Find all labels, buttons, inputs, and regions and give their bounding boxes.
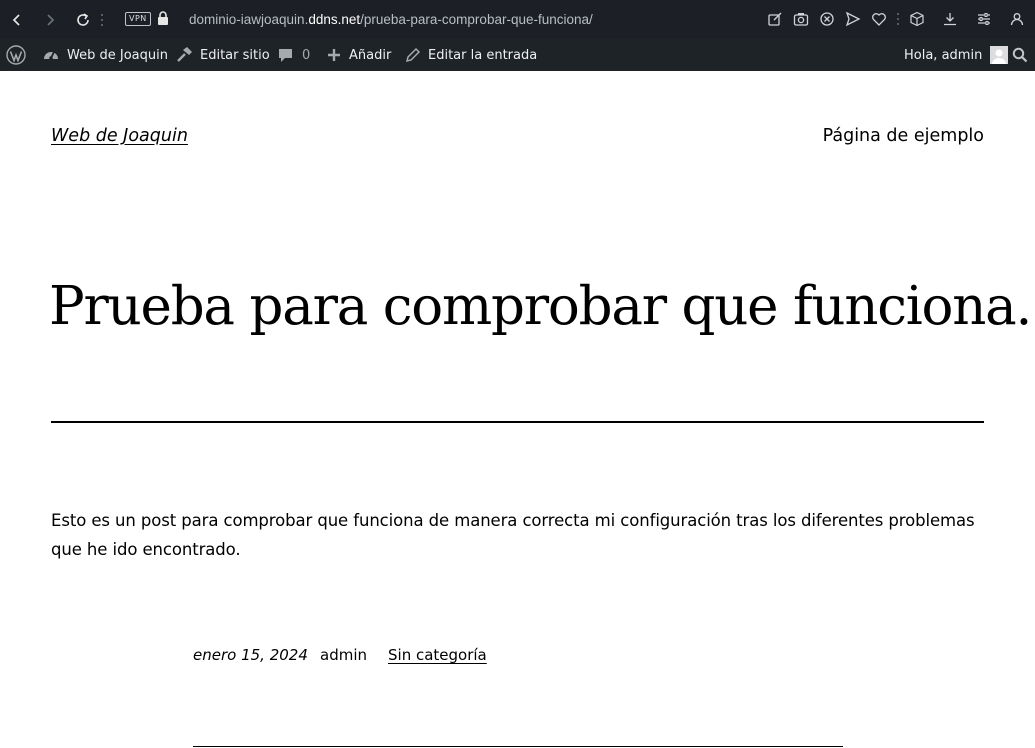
search-icon [1012, 47, 1028, 63]
browser-toolbar: VPN dominio-iawjoaquin.ddns.net/prueba-p… [0, 0, 1035, 39]
send-icon[interactable] [845, 11, 861, 27]
post-title: Prueba para comprobar que funciona. [49, 276, 1032, 337]
vpn-badge[interactable]: VPN [125, 12, 151, 26]
camera-icon[interactable] [793, 11, 809, 27]
hammer-icon [177, 47, 192, 62]
search-button[interactable] [1012, 39, 1028, 71]
url-host-main: ddns.net [308, 12, 361, 27]
avatar [990, 46, 1009, 64]
wordpress-logo-icon [6, 45, 26, 65]
adblock-icon[interactable] [819, 11, 835, 27]
wordpress-logo-button[interactable] [6, 39, 26, 71]
separator-dots-icon [897, 13, 899, 25]
chevron-left-icon [12, 13, 20, 26]
meta-separator [193, 746, 843, 747]
url-path: /prueba-para-comprobar-que-funciona/ [360, 12, 593, 27]
add-new-label: Añadir [349, 47, 392, 63]
profile-icon[interactable] [1009, 11, 1025, 27]
speed-dial-dots[interactable] [94, 0, 110, 39]
nav-link-sample-page[interactable]: Página de ejemplo [823, 126, 984, 146]
reload-button[interactable] [69, 0, 97, 39]
comments-button[interactable]: 0 [277, 39, 310, 71]
heart-icon[interactable] [871, 11, 887, 27]
post-category-link[interactable]: Sin categoría [388, 646, 487, 664]
settings-sliders-icon[interactable] [976, 11, 992, 27]
address-bar[interactable]: dominio-iawjoaquin.ddns.net/prueba-para-… [189, 0, 593, 39]
download-icon[interactable] [942, 11, 958, 27]
my-account-menu[interactable]: Hola, admin [904, 39, 1009, 71]
forward-button[interactable] [36, 0, 64, 39]
add-new-button[interactable]: Añadir [327, 39, 391, 71]
url-host-prefix: dominio-iawjoaquin. [189, 12, 309, 27]
back-button[interactable] [3, 0, 31, 39]
comments-count: 0 [302, 47, 311, 63]
site-name-label: Web de Joaquin [67, 47, 168, 63]
wp-admin-bar: Web de Joaquin Editar sitio 0 Añadir Edi… [0, 39, 1035, 71]
pencil-icon [405, 47, 421, 63]
post-author: admin [320, 646, 367, 664]
edit-site-button[interactable]: Editar sitio [175, 39, 270, 71]
site-name-menu[interactable]: Web de Joaquin [42, 39, 168, 71]
post-date: enero 15, 2024 [193, 646, 308, 664]
dots-icon [101, 13, 103, 26]
greeting-label: Hola, admin [904, 47, 983, 63]
title-separator [51, 421, 984, 423]
dashboard-gauge-icon [44, 51, 58, 60]
chevron-right-icon [47, 13, 55, 26]
site-title-link[interactable]: Web de Joaquin [51, 126, 188, 146]
post-content: Esto es un post para comprobar que funci… [51, 511, 975, 559]
edit-post-label: Editar la entrada [428, 47, 538, 63]
reload-icon [77, 12, 89, 26]
comment-bubble-icon [279, 48, 292, 62]
edit-site-label: Editar sitio [200, 47, 270, 63]
cube-icon[interactable] [909, 11, 925, 27]
plus-icon [328, 49, 340, 61]
edit-post-button[interactable]: Editar la entrada [405, 39, 537, 71]
edit-snap-icon[interactable] [767, 11, 783, 27]
lock-icon[interactable] [157, 11, 169, 25]
